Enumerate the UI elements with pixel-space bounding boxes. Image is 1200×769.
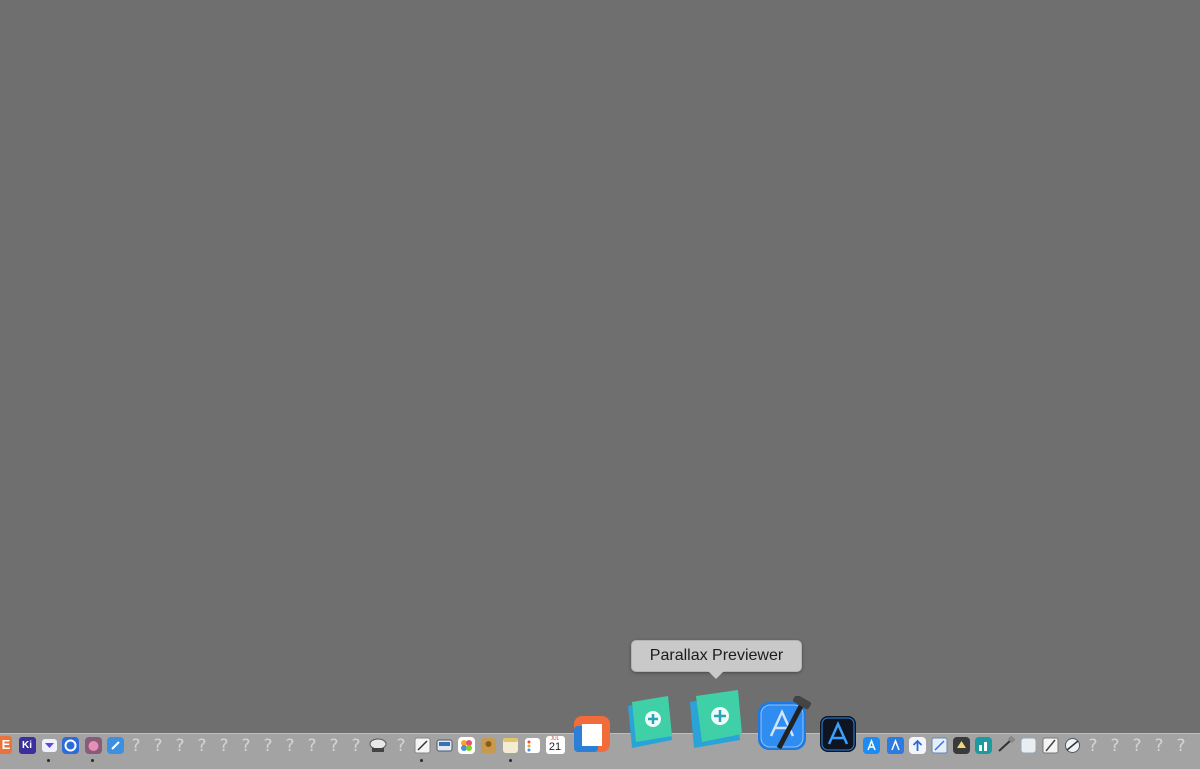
instruments-app-icon[interactable] (818, 714, 858, 754)
notes-app-icon[interactable] (501, 736, 519, 754)
script-editor-icon[interactable] (1041, 736, 1059, 754)
parallax-previewer-hovered-app-icon[interactable] (686, 688, 746, 754)
checklist-icon (524, 737, 540, 753)
photos-stack-icon (436, 739, 452, 751)
running-indicator (509, 759, 512, 762)
unknown-app-icon[interactable]: ? (1106, 736, 1124, 756)
unknown-app-icon[interactable]: ? (259, 736, 277, 756)
notepad-icon (502, 737, 518, 753)
unknown-app-icon[interactable]: ? (1172, 736, 1190, 756)
a-letter-icon (862, 736, 880, 754)
unknown-app-icon[interactable]: ? (281, 736, 299, 756)
mail-app-icon[interactable] (40, 736, 58, 754)
address-book-icon (480, 737, 496, 753)
unknown-app-icon[interactable]: ? (149, 736, 167, 756)
unknown-app-icon[interactable]: ? (303, 736, 321, 756)
stacked-layers-plus-icon (628, 696, 672, 748)
disk-utility-icon[interactable] (368, 736, 388, 754)
safari-app-icon[interactable] (106, 736, 124, 754)
ring-icon (61, 736, 79, 754)
window-frame-icon (574, 716, 610, 752)
kindle-app-label: Ki (18, 736, 36, 754)
unknown-app-icon[interactable]: ? (237, 736, 255, 756)
compass-icon (106, 736, 124, 754)
pen-paper-icon (414, 737, 430, 753)
unknown-app-icon[interactable]: ? (1084, 736, 1102, 756)
reality-composer-app-icon[interactable] (930, 736, 948, 754)
hammer-blueprint-icon (758, 694, 812, 750)
textedit-app-icon[interactable] (413, 736, 431, 754)
transporter-app-icon[interactable] (908, 736, 926, 754)
photos-app-icon[interactable] (457, 736, 475, 754)
xcode-app-icon[interactable] (755, 694, 813, 754)
simulator-app-icon[interactable] (886, 736, 904, 754)
running-indicator (47, 759, 50, 762)
running-indicator (420, 759, 423, 762)
teal-app-icon[interactable] (974, 736, 992, 754)
pink-app-icon[interactable] (84, 736, 102, 754)
app-name-tooltip: Parallax Previewer (631, 640, 802, 679)
unknown-app-icon[interactable]: ? (215, 736, 233, 756)
globe-wrench-icon (1064, 737, 1080, 753)
graph-paper-icon (931, 737, 947, 753)
unknown-app-icon[interactable]: ? (392, 736, 410, 756)
network-utility-icon[interactable] (1063, 736, 1081, 754)
a-letter-icon (886, 736, 904, 754)
flower-icon (457, 736, 475, 754)
orange-window-app-icon[interactable] (572, 714, 612, 754)
contacts-app-icon[interactable] (479, 736, 497, 754)
kindle-app-icon[interactable]: Ki (18, 736, 36, 754)
app-store-icon[interactable] (862, 736, 880, 754)
tooltip-label: Parallax Previewer (649, 647, 784, 664)
up-arrow-icon (908, 736, 926, 754)
chart-icon (974, 736, 992, 754)
tooltip-arrow (708, 671, 724, 679)
cable-icon (998, 736, 1016, 752)
unknown-app-icon[interactable]: ? (193, 736, 211, 756)
parallax-previewer-app-icon[interactable] (622, 694, 676, 754)
hard-drive-icon (369, 738, 387, 752)
e-app-icon[interactable]: E (0, 736, 12, 754)
unknown-app-icon[interactable]: ? (127, 736, 145, 756)
usb-tool-icon[interactable] (996, 736, 1016, 754)
character-icon (84, 736, 102, 754)
stacked-layers-plus-icon (690, 690, 742, 748)
envelope-icon (41, 738, 57, 752)
calendar-icon: JUL 21 (545, 736, 565, 754)
reminders-app-icon[interactable] (523, 736, 541, 754)
dark-a-icon (820, 716, 856, 752)
blank-window-icon (1020, 737, 1036, 753)
e-app-label: E (0, 736, 12, 754)
unknown-app-icon[interactable]: ? (325, 736, 343, 756)
calendar-app-icon[interactable]: JUL 21 (545, 736, 565, 754)
lamp-app-icon[interactable] (952, 736, 970, 754)
unknown-app-icon[interactable]: ? (1128, 736, 1146, 756)
lamp-icon (952, 736, 970, 754)
blank-app-icon[interactable] (1019, 736, 1037, 754)
unknown-app-icon[interactable]: ? (347, 736, 365, 756)
pencil-page-icon (1042, 737, 1058, 753)
browser-app-icon[interactable] (61, 736, 79, 754)
calendar-day: 21 (548, 741, 562, 753)
running-indicator (91, 759, 94, 762)
unknown-app-icon[interactable]: ? (171, 736, 189, 756)
preview-app-icon[interactable] (435, 736, 453, 754)
unknown-app-icon[interactable]: ? (1150, 736, 1168, 756)
